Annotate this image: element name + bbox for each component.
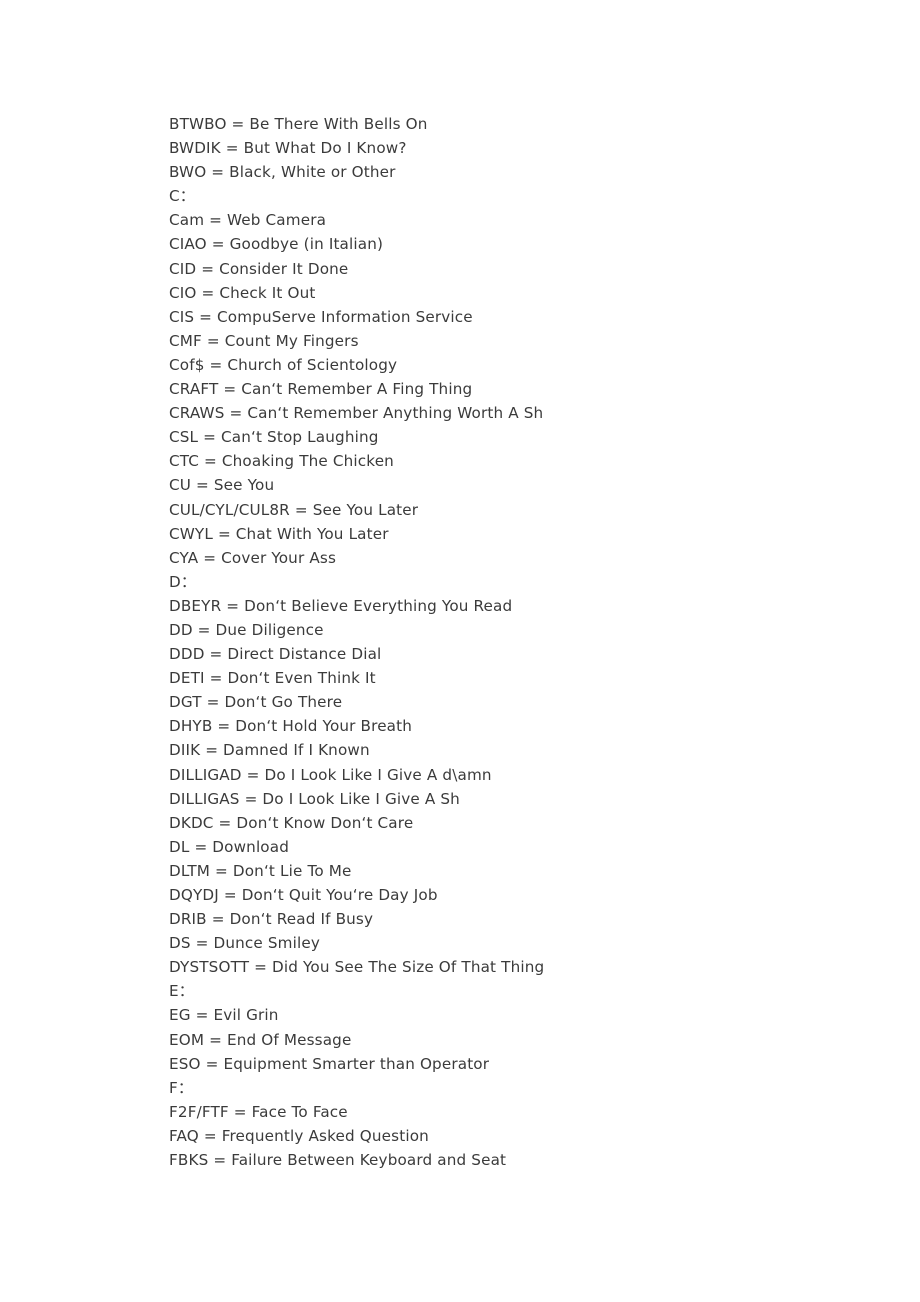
- acronym-entry: F2F/FTF = Face To Face: [169, 1102, 348, 1121]
- acronym-entry: CSL = Can‘t Stop Laughing: [169, 428, 379, 447]
- acronym-entry: DBEYR = Don‘t Believe Everything You Rea…: [169, 596, 513, 615]
- acronym-entry: CRAFT = Can‘t Remember A Fing Thing: [169, 380, 473, 399]
- acronym-entry: CU = See You: [169, 476, 275, 495]
- acronym-entry: Cam = Web Camera: [169, 211, 327, 230]
- acronym-entry: CIO = Check It Out: [169, 283, 316, 302]
- section-heading: C：: [169, 187, 196, 206]
- acronym-entry: DQYDJ = Don‘t Quit You‘re Day Job: [169, 886, 438, 904]
- acronym-entry: FAQ = Frequently Asked Question: [169, 1126, 429, 1145]
- acronym-list: BTWBO = Be There With Bells On BWDIK = Bu…: [169, 112, 869, 1172]
- acronym-entry: DKDC = Don‘t Know Don‘t Care: [169, 813, 414, 832]
- acronym-entry: BWDIK = But What Do I Know?: [169, 139, 407, 158]
- acronym-entry: CWYL = Chat With You Later: [169, 524, 389, 543]
- section-heading: E：: [169, 982, 195, 1001]
- acronym-entry: EG = Evil Grin: [169, 1006, 279, 1025]
- acronym-entry: DGT = Don‘t Go There: [169, 693, 343, 712]
- acronym-entry: DIIK = Damned If I Known: [169, 741, 370, 760]
- acronym-entry: DDD = Direct Distance Dial: [169, 645, 382, 664]
- section-heading: F：: [169, 1078, 194, 1097]
- acronym-entry: DILLIGAS = Do I Look Like I Give A Sh: [169, 789, 460, 808]
- acronym-entry: EOM = End Of Message: [169, 1030, 352, 1049]
- acronym-entry: DL = Download: [169, 837, 290, 856]
- acronym-entry: CIS = CompuServe Information Service: [169, 307, 473, 326]
- acronym-entry: CYA = Cover Your Ass: [169, 548, 337, 567]
- acronym-entry: BWO = Black, White or Other: [169, 163, 396, 182]
- acronym-entry: CUL/CYL/CUL8R = See You Later: [169, 500, 419, 519]
- acronym-entry: DETI = Don‘t Even Think It: [169, 669, 376, 688]
- acronym-entry: BTWBO = Be There With Bells On: [169, 115, 428, 133]
- acronym-entry: CID = Consider It Done: [169, 259, 349, 278]
- acronym-entry: DYSTSOTT = Did You See The Size Of That …: [169, 958, 545, 977]
- acronym-entry: CMF = Count My Fingers: [169, 331, 359, 350]
- acronym-entry: Cof$ = Church of Scientology: [169, 355, 398, 374]
- acronym-entry: FBKS = Failure Between Keyboard and Seat: [169, 1151, 507, 1170]
- acronym-entry: DHYB = Don‘t Hold Your Breath: [169, 717, 413, 736]
- acronym-entry: DILLIGAD = Do I Look Like I Give A d\amn: [169, 765, 492, 784]
- document-page: BTWBO = Be There With Bells On BWDIK = Bu…: [0, 0, 920, 1302]
- acronym-entry: DLTM = Don‘t Lie To Me: [169, 861, 352, 880]
- acronym-entry: CRAWS = Can‘t Remember Anything Worth A …: [169, 404, 544, 423]
- acronym-entry: CTC = Choaking The Chicken: [169, 452, 394, 471]
- section-heading: D：: [169, 572, 197, 591]
- acronym-entry: DD = Due Diligence: [169, 620, 324, 639]
- acronym-entry: DRIB = Don‘t Read If Busy: [169, 910, 374, 929]
- acronym-entry: CIAO = Goodbye (in Italian): [169, 235, 384, 254]
- acronym-entry: ESO = Equipment Smarter than Operator: [169, 1054, 490, 1073]
- acronym-entry: DS = Dunce Smiley: [169, 934, 320, 953]
